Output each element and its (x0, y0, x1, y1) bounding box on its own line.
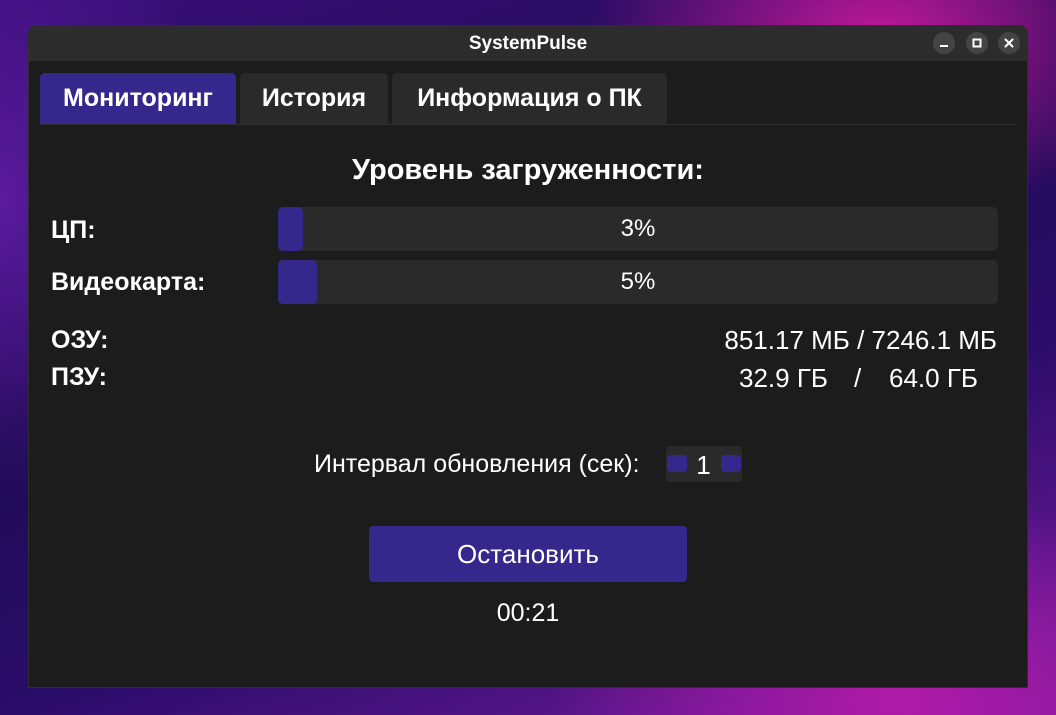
gpu-progress-bar: 5% (278, 260, 998, 304)
title-bar[interactable]: SystemPulse (29, 26, 1027, 61)
desktop-wallpaper: SystemPulse Мониторинг История Информаци… (0, 0, 1056, 715)
app-window: SystemPulse Мониторинг История Информаци… (29, 26, 1027, 687)
increment-button[interactable] (721, 455, 741, 472)
update-interval-value[interactable]: 1 (686, 446, 721, 482)
maximize-button[interactable] (966, 32, 988, 54)
cpu-label: ЦП: (51, 216, 96, 244)
gpu-percent-text: 5% (620, 268, 656, 295)
minimize-icon (940, 45, 948, 47)
ram-value: 851.17 МБ / 7246.1 МБ (724, 325, 997, 355)
cpu-progress-bar: 3% (278, 207, 998, 251)
maximize-icon (972, 38, 982, 48)
rom-used-value: 32.9 ГБ (739, 363, 828, 393)
close-button[interactable] (998, 32, 1020, 54)
rom-label: ПЗУ: (51, 363, 107, 391)
update-interval-label: Интервал обновления (сек): (314, 450, 640, 478)
decrement-button[interactable] (667, 455, 687, 472)
load-level-heading: Уровень загруженности: (352, 154, 704, 186)
ram-label: ОЗУ: (51, 326, 109, 354)
tab-monitoring[interactable]: Мониторинг (40, 73, 236, 124)
tab-history[interactable]: История (240, 73, 388, 124)
tab-divider (40, 124, 1016, 125)
rom-separator: / (854, 363, 862, 393)
gpu-label: Видеокарта: (51, 268, 206, 296)
cpu-percent-text: 3% (620, 215, 656, 242)
tab-pc-info[interactable]: Информация о ПК (392, 73, 667, 124)
update-interval-spinbox[interactable]: 1 (666, 446, 742, 482)
elapsed-timer: 00:21 (496, 599, 560, 627)
stop-button[interactable]: Остановить (369, 526, 687, 582)
close-icon (1004, 38, 1014, 48)
window-title: SystemPulse (468, 33, 588, 54)
rom-total-value: 64.0 ГБ (889, 363, 978, 393)
minimize-button[interactable] (933, 32, 955, 54)
